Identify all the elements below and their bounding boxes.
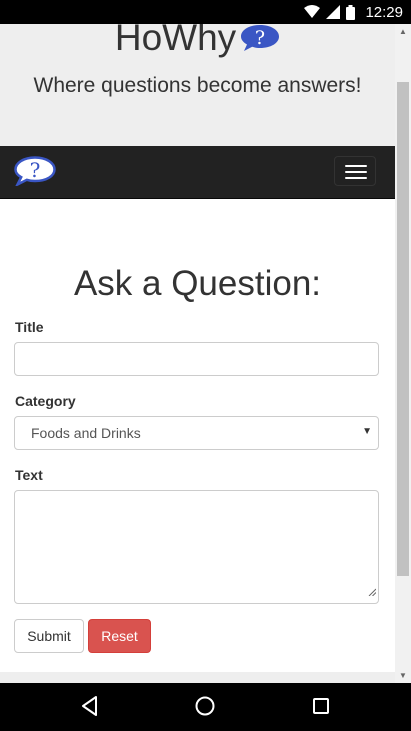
back-triangle-icon[interactable] (80, 695, 100, 722)
svg-text:?: ? (255, 27, 265, 49)
text-label: Text (15, 467, 43, 483)
scrollbar-thumb[interactable] (397, 82, 409, 576)
text-area[interactable] (14, 490, 379, 604)
wifi-icon (304, 5, 321, 19)
reset-button[interactable]: Reset (88, 619, 151, 653)
brand-row: HoWhy ? (0, 24, 395, 60)
page-content: HoWhy ? Where questions become answers! … (0, 24, 395, 683)
home-circle-icon[interactable] (194, 695, 216, 722)
status-time: 12:29 (365, 3, 403, 21)
signal-icon (326, 5, 341, 19)
scrollbar[interactable]: ▲ ▼ (395, 24, 411, 683)
form-heading: Ask a Question: (73, 264, 322, 303)
hamburger-menu-icon (345, 165, 367, 167)
question-bubble-icon[interactable]: ? (14, 156, 56, 191)
brand-title: HoWhy (114, 24, 237, 58)
status-bar: 12:29 (0, 0, 411, 24)
recents-square-icon[interactable] (311, 695, 331, 722)
svg-text:?: ? (30, 158, 41, 182)
question-bubble-icon: ? (240, 24, 280, 57)
jumbotron-header: HoWhy ? Where questions become answers! (0, 24, 395, 146)
submit-button[interactable]: Submit (14, 619, 84, 653)
hamburger-menu-button[interactable] (334, 156, 376, 186)
footer-strip (0, 672, 395, 683)
title-label: Title (15, 319, 44, 335)
resize-grip-icon[interactable] (368, 583, 377, 601)
hamburger-bar (345, 171, 367, 173)
dropdown-arrow-icon: ▼ (362, 426, 372, 437)
system-navigation-bar (0, 683, 411, 731)
scroll-down-arrow-icon[interactable]: ▼ (399, 671, 407, 680)
category-select[interactable]: Foods and Drinks ▼ (14, 416, 379, 450)
navbar: ? (0, 146, 395, 199)
category-label: Category (15, 393, 76, 409)
status-icons: 12:29 (304, 0, 403, 24)
category-selected-value: Foods and Drinks (31, 425, 141, 441)
battery-icon (346, 4, 356, 20)
page-viewport[interactable]: HoWhy ? Where questions become answers! … (0, 24, 411, 683)
hamburger-bar (345, 177, 367, 179)
title-input[interactable] (14, 342, 379, 376)
scroll-up-arrow-icon[interactable]: ▲ (399, 27, 407, 36)
tagline: Where questions become answers! (33, 74, 362, 97)
